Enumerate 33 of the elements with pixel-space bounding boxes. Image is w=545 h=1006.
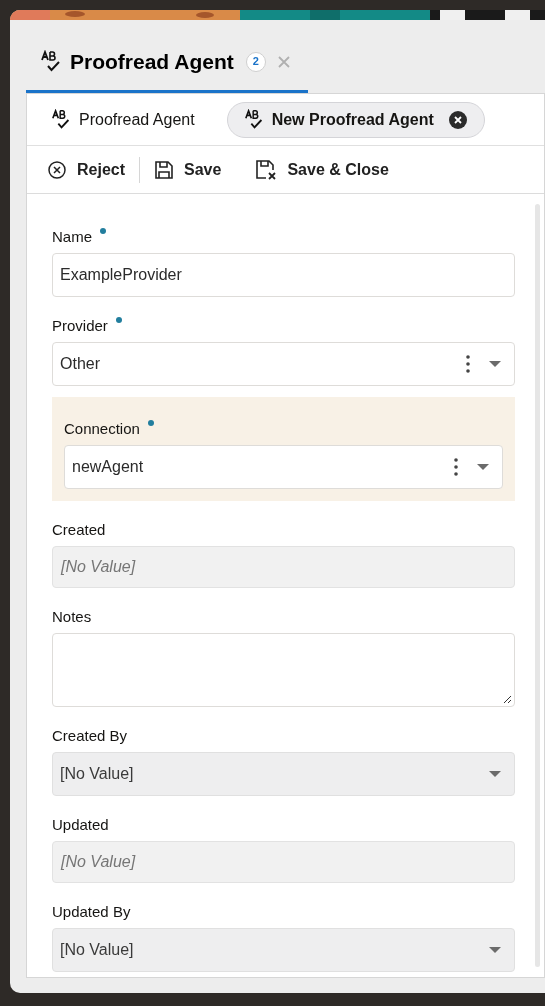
- notes-textarea[interactable]: [52, 633, 515, 707]
- caret-icon: [488, 360, 502, 368]
- close-circle-icon: [47, 159, 67, 180]
- field-label: Created: [52, 520, 106, 540]
- resize-handle-icon: [503, 695, 512, 704]
- subtab[interactable]: Proofread Agent: [51, 101, 195, 138]
- field-label: Notes: [52, 607, 92, 627]
- toolbar-button[interactable]: Save: [154, 151, 222, 188]
- select-field[interactable]: [No Value]: [52, 752, 515, 796]
- field-label: Updated: [52, 815, 109, 835]
- field-label: Created By: [52, 726, 128, 746]
- field-label: Provider: [52, 316, 108, 336]
- text-field[interactable]: ExampleProvider: [52, 253, 515, 297]
- toolbar-button[interactable]: Reject: [47, 151, 126, 188]
- count-badge: 2: [245, 51, 266, 72]
- close-icon[interactable]: [447, 109, 468, 130]
- save-close-icon: [255, 158, 278, 181]
- readonly-field: [No Value]: [52, 841, 515, 883]
- select-field[interactable]: newAgent: [64, 445, 503, 489]
- field-label: Updated By: [52, 902, 131, 922]
- caret-icon: [488, 946, 502, 954]
- readonly-field: [No Value]: [52, 546, 515, 588]
- more-icon: [466, 355, 470, 373]
- field-label: Connection: [64, 419, 140, 439]
- caret-icon: [488, 770, 502, 778]
- field-label: Name: [52, 227, 92, 247]
- caret-icon: [476, 463, 490, 471]
- select-field[interactable]: [No Value]: [52, 928, 515, 972]
- toolbar-button[interactable]: Save & Close: [255, 151, 389, 188]
- select-field[interactable]: Other: [52, 342, 515, 386]
- more-icon: [454, 458, 458, 476]
- subtab[interactable]: New Proofread Agent: [226, 101, 485, 138]
- save-icon: [154, 159, 175, 180]
